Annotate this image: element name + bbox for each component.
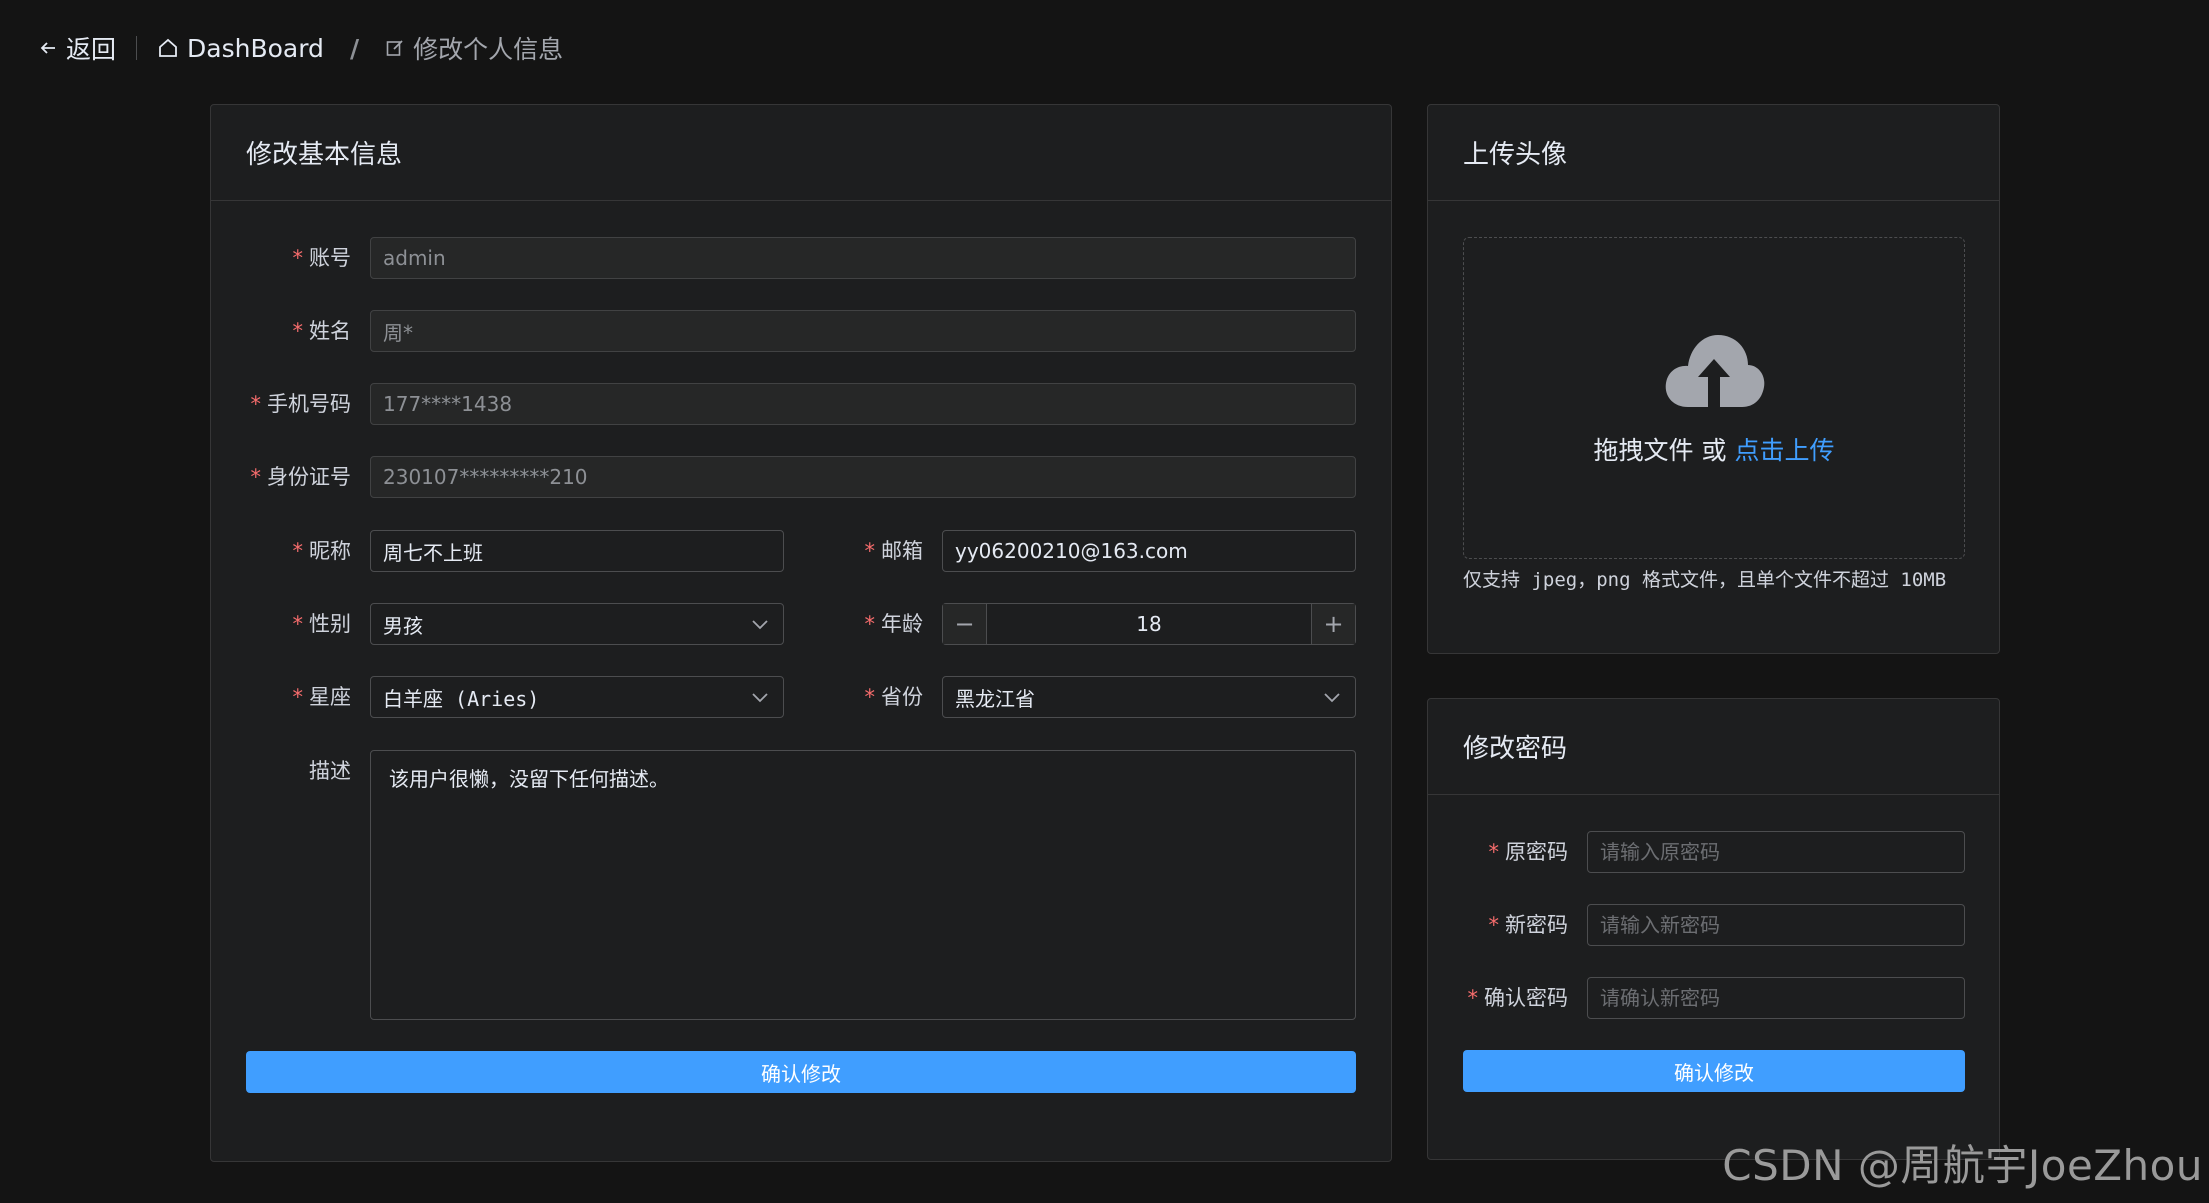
avatar-card-title: 上传头像: [1428, 105, 1999, 201]
chevron-down-icon: [1321, 686, 1343, 708]
profile-submit-button[interactable]: 确认修改: [246, 1051, 1356, 1093]
province-label: * 省份: [864, 685, 924, 709]
edit-icon: [385, 38, 405, 58]
upload-drag-text: 拖拽文件 或: [1593, 436, 1727, 465]
back-button[interactable]: 返回: [38, 30, 116, 66]
description-label: 描述: [309, 759, 351, 783]
home-icon: [157, 37, 179, 59]
nickname-label: * 昵称: [292, 539, 352, 563]
phone-input[interactable]: [370, 383, 1356, 425]
password-card: 修改密码 * 原密码 * 新密码 * 确认密码 确认修改: [1427, 698, 2000, 1160]
idcard-input[interactable]: [370, 456, 1356, 498]
age-value[interactable]: 18: [987, 604, 1311, 644]
email-label: * 邮箱: [864, 539, 924, 563]
gender-select[interactable]: 男孩: [370, 603, 784, 645]
description-textarea[interactable]: 该用户很懒，没留下任何描述。: [370, 750, 1356, 1020]
account-label: * 账号: [292, 246, 352, 270]
chevron-down-icon: [749, 686, 771, 708]
account-input[interactable]: [370, 237, 1356, 279]
idcard-label: * 身份证号: [250, 465, 352, 489]
profile-card: 修改基本信息 *账号 *姓名 *手机号码 *身份证号 *昵称 *邮箱 *性别 男…: [210, 104, 1392, 1162]
age-label: * 年龄: [864, 612, 924, 636]
breadcrumb-current-label: 修改个人信息: [413, 35, 564, 64]
top-bar: 返回 DashBoard / 修改个人信息: [38, 26, 563, 70]
minus-icon: −: [954, 610, 975, 638]
arrow-left-icon: [38, 38, 58, 58]
divider: [136, 36, 138, 60]
upload-click-link[interactable]: 点击上传: [1734, 436, 1834, 465]
confirm-password-label: * 确认密码: [1467, 986, 1569, 1010]
back-label: 返回: [66, 35, 117, 64]
name-label: * 姓名: [292, 319, 352, 343]
breadcrumb-current: 修改个人信息: [385, 30, 563, 66]
password-submit-button[interactable]: 确认修改: [1463, 1050, 1965, 1092]
name-input[interactable]: [370, 310, 1356, 352]
zodiac-label: * 星座: [292, 685, 352, 709]
province-value: 黑龙江省: [955, 686, 1035, 711]
breadcrumb-separator: /: [349, 33, 360, 63]
province-select[interactable]: 黑龙江省: [942, 676, 1356, 718]
profile-card-title: 修改基本信息: [211, 105, 1391, 201]
avatar-card: 上传头像 拖拽文件 或 点击上传 仅支持 jpeg，png 格式文件，且单个文件…: [1427, 104, 2000, 654]
new-password-input[interactable]: [1587, 904, 1965, 946]
avatar-upload-area[interactable]: 拖拽文件 或 点击上传: [1463, 237, 1965, 559]
new-password-label: * 新密码: [1488, 913, 1569, 937]
gender-label: * 性别: [292, 612, 352, 636]
phone-label: * 手机号码: [250, 392, 352, 416]
nickname-input[interactable]: [370, 530, 784, 572]
old-password-label: * 原密码: [1488, 840, 1569, 864]
decrease-button[interactable]: −: [943, 604, 987, 644]
cloud-upload-icon: [1662, 329, 1766, 409]
upload-tip: 仅支持 jpeg，png 格式文件，且单个文件不超过 10MB: [1463, 569, 1947, 591]
gender-value: 男孩: [383, 613, 423, 638]
chevron-down-icon: [749, 613, 771, 635]
breadcrumb-dashboard[interactable]: DashBoard: [157, 34, 324, 63]
password-card-title: 修改密码: [1428, 699, 1999, 795]
email-input[interactable]: [942, 530, 1356, 572]
zodiac-select[interactable]: 白羊座 (Aries): [370, 676, 784, 718]
breadcrumb-dashboard-label: DashBoard: [187, 33, 324, 63]
confirm-password-input[interactable]: [1587, 977, 1965, 1019]
age-stepper[interactable]: − 18 +: [942, 603, 1356, 645]
zodiac-value: 白羊座 (Aries): [383, 686, 540, 711]
increase-button[interactable]: +: [1311, 604, 1355, 644]
watermark: CSDN @周航宇JoeZhou: [1722, 1141, 2203, 1190]
old-password-input[interactable]: [1587, 831, 1965, 873]
upload-text: 拖拽文件 或 点击上传: [1594, 431, 1835, 467]
plus-icon: +: [1323, 610, 1344, 638]
